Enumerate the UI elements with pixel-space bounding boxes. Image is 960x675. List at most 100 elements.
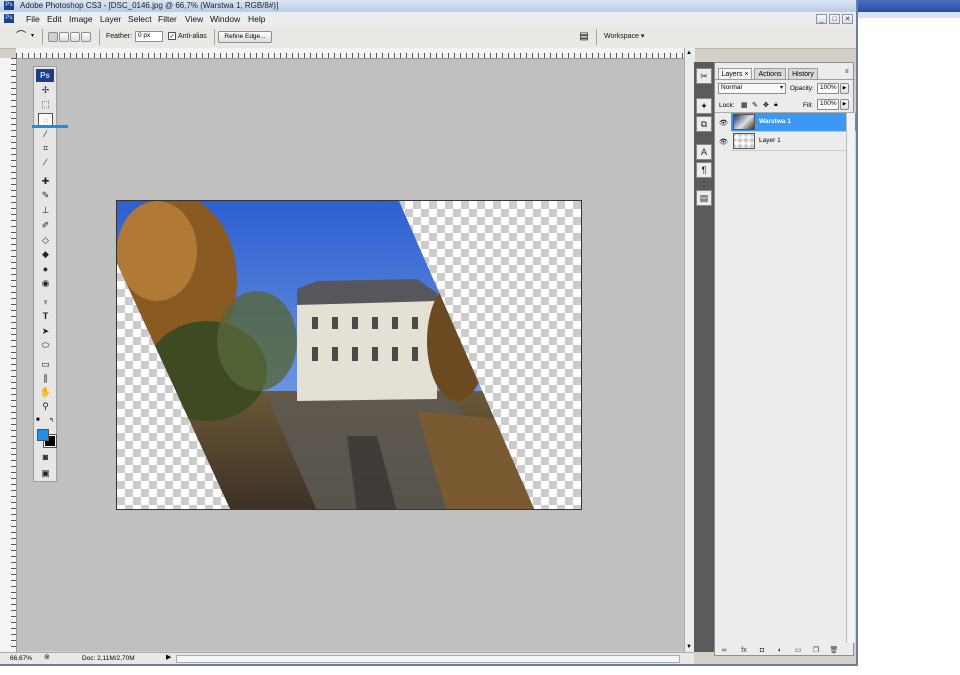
add-selection-icon[interactable] [59,32,69,42]
document-canvas[interactable] [116,200,582,510]
notes-panel-icon[interactable]: ▤ [696,190,712,206]
magic-wand-tool-icon[interactable]: ⁄ [38,128,53,141]
brushes-icon[interactable]: ✦ [696,98,712,114]
options-separator [214,29,215,45]
quick-mask-icon[interactable]: ◙ [38,451,53,464]
menu-edit[interactable]: Edit [47,14,62,24]
marquee-tool-icon[interactable]: ⬚ [38,98,53,111]
subtract-selection-icon[interactable] [70,32,80,42]
delete-layer-icon[interactable]: 🗑︎ [829,647,839,655]
clone-source-icon[interactable]: ⧉ [696,116,712,132]
layer-visibility-eye-icon[interactable]: 👁︎ [719,139,728,147]
scroll-down-icon[interactable]: ▼ [686,644,692,650]
eraser-tool-icon[interactable]: ◇ [38,234,53,247]
type-tool-icon[interactable]: T [38,310,53,323]
tab-layers[interactable]: Layers × [718,68,752,79]
horizontal-ruler [16,48,684,59]
clone-stamp-tool-icon[interactable]: ⊥ [38,204,53,217]
lock-label: Lock: [719,102,735,109]
default-colors-icon[interactable]: ■ [36,417,40,423]
shape-tool-icon[interactable]: ⬭ [38,339,53,352]
feather-input[interactable]: 0 px [135,31,163,42]
status-bar: 66,67% ⊚ Doc: 2,11M/2,70M ▶ [0,652,694,664]
opacity-arrow-icon[interactable]: ▶ [840,83,849,94]
zoom-level[interactable]: 66,67% [10,655,32,663]
healing-brush-tool-icon[interactable]: ✚ [38,175,53,188]
layers-scrollbar[interactable] [846,113,855,643]
menu-filter[interactable]: Filter [158,14,177,24]
pen-tool-icon[interactable]: ♆ [38,296,53,309]
navigator-icon[interactable]: ✂ [696,68,712,84]
refine-edge-button[interactable]: Refine Edge... [218,31,272,43]
fill-arrow-icon[interactable]: ▶ [840,99,849,110]
paragraph-icon[interactable]: ¶ [696,162,712,178]
fill-input[interactable]: 100% [817,99,839,110]
layer-row-warstwa-1[interactable]: Warstwa 1 [731,113,856,132]
blur-tool-icon[interactable]: ● [38,263,53,276]
layer-visibility-eye-icon[interactable]: 👁︎ [719,120,728,128]
zoom-preview-icon[interactable]: ⊚ [44,654,50,662]
preset-dropdown-arrow-icon[interactable]: ▾ [31,32,34,39]
brush-tool-icon[interactable]: ✎ [38,189,53,202]
panel-menu-icon[interactable]: ≡ [845,69,849,75]
layer-mask-icon[interactable]: ◘ [757,647,767,655]
photoshop-logo[interactable]: Ps [36,69,54,82]
new-layer-icon[interactable]: ❐ [811,647,821,655]
vertical-ruler [0,58,17,652]
menu-select[interactable]: Select [128,14,152,24]
scroll-up-icon[interactable]: ▲ [686,50,692,56]
paint-bucket-tool-icon[interactable]: ◆ [38,248,53,261]
menu-window[interactable]: Window [210,14,240,24]
lock-transparency-icon[interactable]: ▦ [741,101,748,109]
blend-mode-value: Normal [721,84,742,91]
menu-image[interactable]: Image [69,14,93,24]
tab-history[interactable]: History [788,68,818,79]
intersect-selection-icon[interactable] [81,32,91,42]
path-selection-tool-icon[interactable]: ➤ [38,325,53,338]
opacity-input[interactable]: 100% [817,83,839,94]
lock-position-icon[interactable]: ✥ [763,101,769,109]
doc-close-button[interactable]: ✕ [842,14,853,24]
eyedropper-tool-icon[interactable]: ∥ [38,372,53,385]
menu-layer[interactable]: Layer [100,14,121,24]
foreground-color-swatch[interactable] [37,429,49,441]
adjustment-layer-icon[interactable]: ◐ [775,647,785,655]
workspace-menu[interactable]: Workspace ▾ [604,33,644,41]
horizontal-scrollbar[interactable] [176,655,680,663]
tab-actions[interactable]: Actions [754,68,786,79]
slice-tool-icon[interactable]: ∕ [38,156,53,169]
history-brush-tool-icon[interactable]: ✐ [38,219,53,232]
brushes-palette-icon[interactable]: ▤ [576,30,592,44]
layer-thumbnail [733,133,755,149]
hand-tool-icon[interactable]: ✋ [38,386,53,399]
screen-mode-icon[interactable]: ▣ [38,467,53,480]
new-group-icon[interactable]: ▭ [793,647,803,655]
doc-minimize-button[interactable]: _ [816,14,827,24]
new-selection-icon[interactable] [48,32,58,42]
status-menu-arrow-icon[interactable]: ▶ [166,654,171,662]
swap-colors-icon[interactable]: ↰ [49,417,54,424]
doc-restore-button[interactable]: □ [829,14,840,24]
layers-panel: Layers × Actions History ≡ Normal ▾ Opac… [714,62,856,656]
notes-tool-icon[interactable]: ▭ [38,358,53,371]
character-icon[interactable]: A [696,144,712,160]
layer-style-icon[interactable]: fx [739,647,749,655]
lock-all-icon[interactable]: 🔒︎ [774,101,778,109]
doc-size: Doc: 2,11M/2,70M [82,655,135,662]
layer-row-layer-1[interactable]: Layer 1 [731,132,856,151]
dodge-tool-icon[interactable]: ◉ [38,277,53,290]
link-layers-icon[interactable]: ∞ [719,647,729,655]
lasso-preset-icon[interactable]: ⌒ [16,31,30,43]
move-tool-icon[interactable]: ✢ [38,84,53,97]
menu-file[interactable]: File [26,14,40,24]
blend-mode-select[interactable]: Normal ▾ [718,83,786,94]
layer-name[interactable]: Warstwa 1 [759,118,791,126]
lock-pixels-icon[interactable]: ✎ [752,101,758,109]
document-icon[interactable]: Ps [4,14,14,23]
menu-help[interactable]: Help [248,14,265,24]
zoom-tool-icon[interactable]: ⚲ [38,400,53,413]
menu-view[interactable]: View [185,14,203,24]
crop-tool-icon[interactable]: ⌗ [38,142,53,155]
layer-name[interactable]: Layer 1 [759,137,781,145]
antialias-checkbox[interactable]: ✓ [168,32,176,40]
